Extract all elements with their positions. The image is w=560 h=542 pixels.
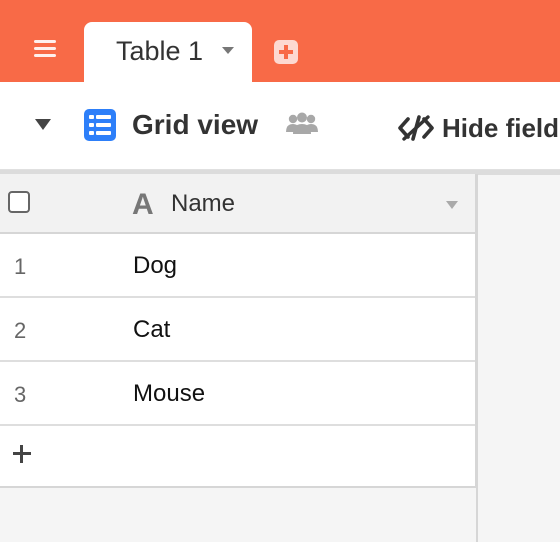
hide-fields-button[interactable]: Hide fields xyxy=(398,112,560,144)
table-row[interactable]: 2 Cat xyxy=(0,298,475,362)
select-all-checkbox[interactable] xyxy=(8,191,30,213)
row-number: 3 xyxy=(14,382,27,407)
add-table-button[interactable] xyxy=(274,40,298,64)
people-icon[interactable] xyxy=(284,110,320,138)
top-bar: Table 1 xyxy=(0,0,560,82)
grid-table: A Name 1 Dog 2 Cat 3 Mouse xyxy=(0,174,477,488)
grid-view-icon xyxy=(84,109,116,141)
name-cell[interactable]: Dog xyxy=(133,252,177,280)
header-row: A Name xyxy=(0,174,475,234)
tab-dropdown-caret-icon[interactable] xyxy=(222,47,234,54)
hide-fields-label: Hide fields xyxy=(442,112,560,143)
view-bar: Grid view Hide fields xyxy=(0,82,560,170)
menu-button[interactable] xyxy=(22,32,64,72)
text-field-type-icon: A xyxy=(132,188,154,221)
tab-label: Table 1 xyxy=(116,36,204,66)
add-row-button[interactable] xyxy=(0,426,475,488)
views-toggle-caret-icon[interactable] xyxy=(35,119,51,130)
add-row-plus-icon xyxy=(13,445,31,463)
tab-table-1[interactable]: Table 1 xyxy=(84,22,252,82)
view-name[interactable]: Grid view xyxy=(132,109,258,141)
row-number: 1 xyxy=(14,254,27,279)
name-cell[interactable]: Cat xyxy=(133,316,170,344)
hamburger-icon xyxy=(34,40,56,58)
table-row[interactable]: 1 Dog xyxy=(0,234,475,298)
table-row[interactable]: 3 Mouse xyxy=(0,362,475,426)
column-dropdown-caret-icon[interactable] xyxy=(446,201,458,209)
grid-area: A Name 1 Dog 2 Cat 3 Mouse xyxy=(0,170,560,542)
hide-fields-icon xyxy=(398,115,434,141)
column-header-name[interactable]: Name xyxy=(171,190,235,218)
row-number: 2 xyxy=(14,318,27,343)
name-cell[interactable]: Mouse xyxy=(133,380,205,408)
